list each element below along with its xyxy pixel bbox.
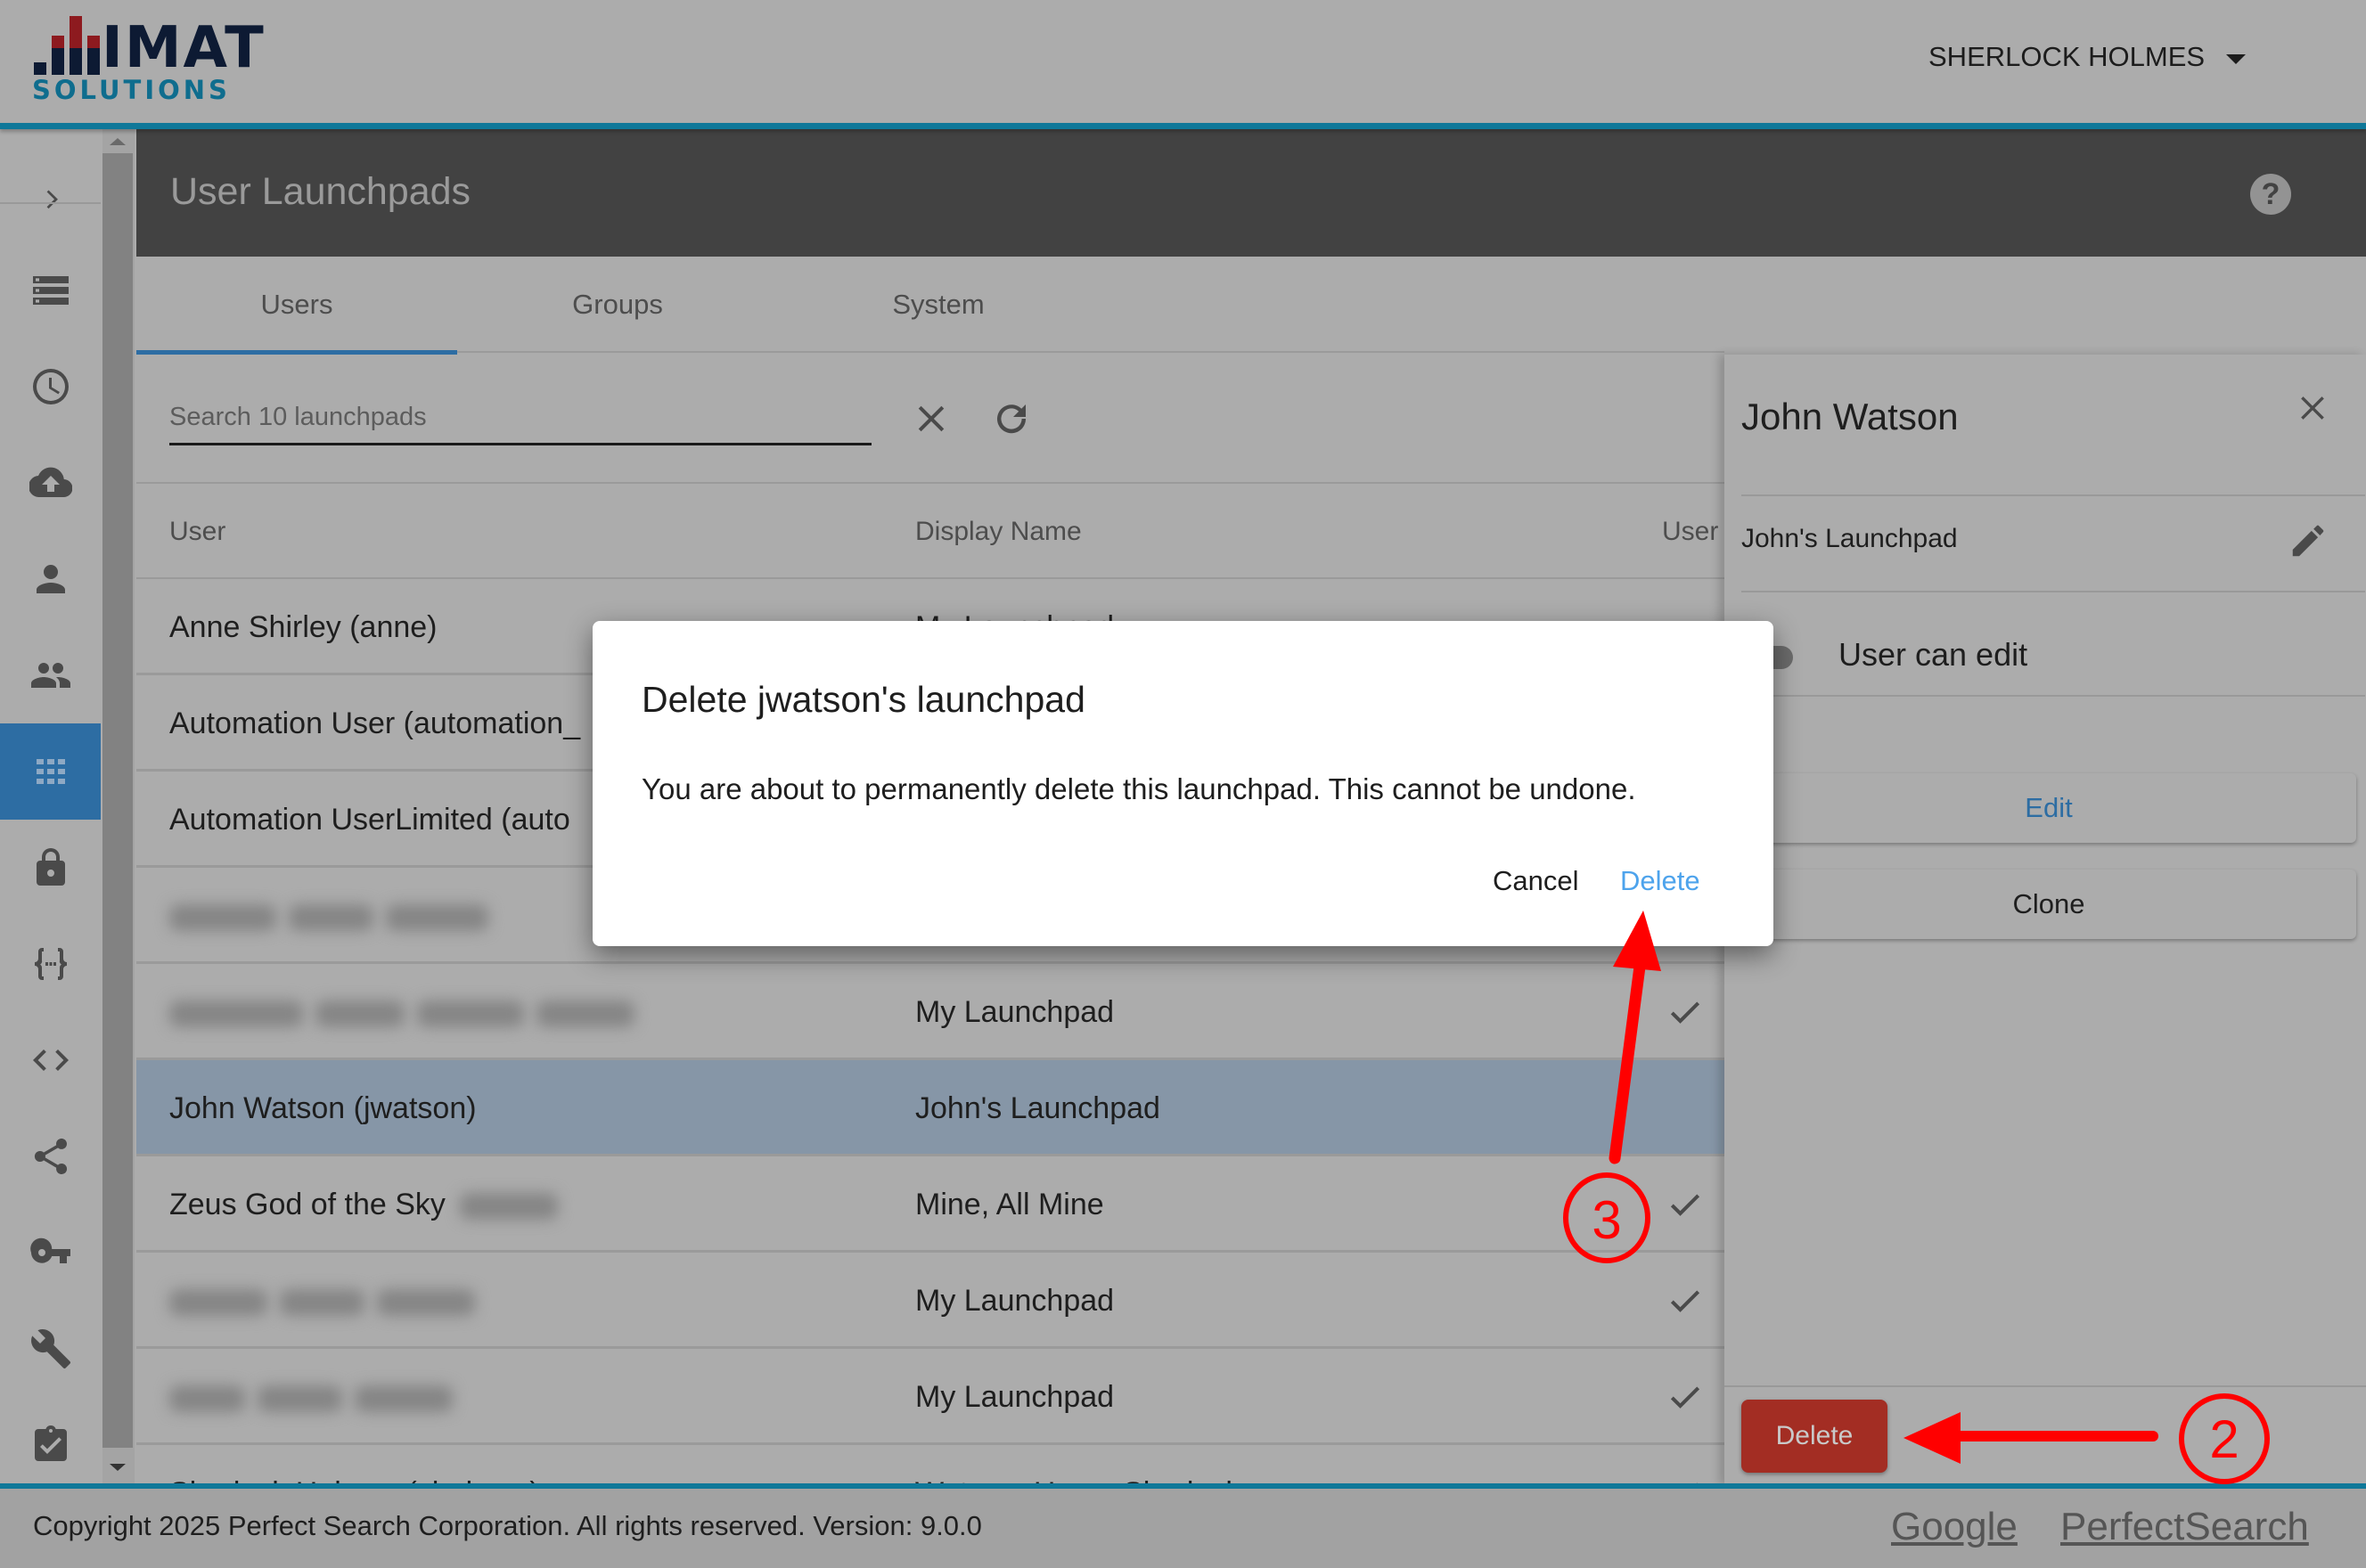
dialog-delete-button[interactable]: Delete [1611, 860, 1709, 902]
dialog-title: Delete jwatson's launchpad [642, 679, 1085, 720]
delete-confirm-dialog: Delete jwatson's launchpad You are about… [593, 621, 1773, 946]
dialog-cancel-button[interactable]: Cancel [1484, 860, 1588, 902]
dialog-message: You are about to permanently delete this… [642, 772, 1636, 805]
